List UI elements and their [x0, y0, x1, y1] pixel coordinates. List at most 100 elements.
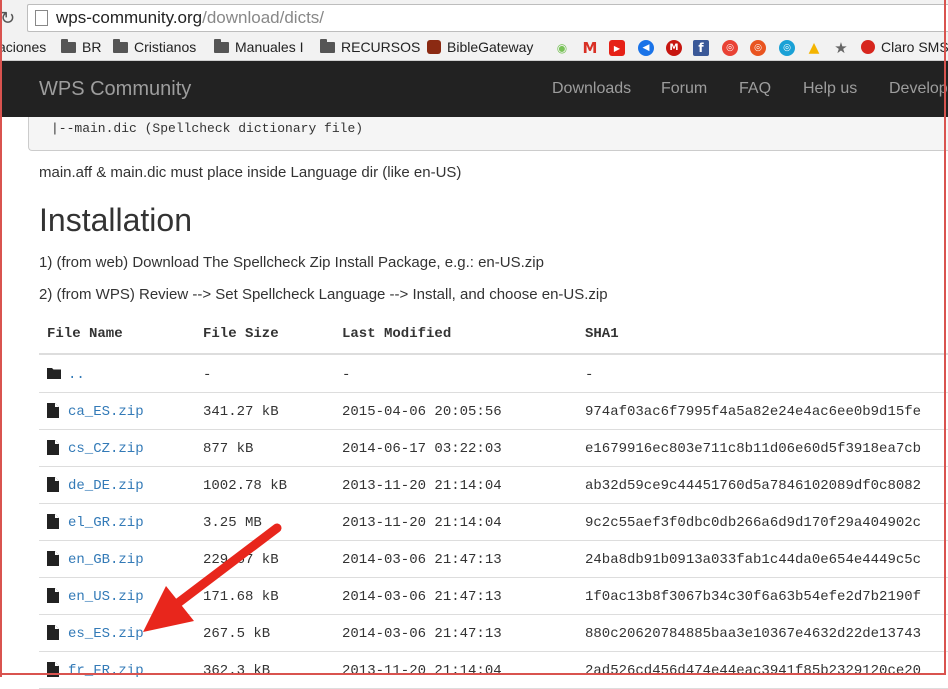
file-name-link[interactable]: de_DE.zip: [68, 478, 144, 494]
address-bar[interactable]: wps-community.org/download/dicts/: [27, 4, 948, 32]
table-row: es_ES.zip 267.5 kB 2014-03-06 21:47:13 880c…: [39, 614, 948, 652]
page-icon: [35, 10, 48, 26]
bookmark-manuales[interactable]: Manuales I: [214, 37, 303, 57]
bookmark-recursos[interactable]: RECURSOS: [320, 37, 420, 57]
file-name-link[interactable]: ca_ES.zip: [68, 404, 144, 420]
file-size: 341.27 kB: [203, 404, 279, 420]
table-row: cs_CZ.zip 877 kB 2014-06-17 03:22:03 e16799…: [39, 429, 948, 467]
step-2-text: 2) (from WPS) Review --> Set Spellcheck …: [39, 286, 608, 303]
folder-icon: [61, 38, 76, 53]
bookmark-label: Manuales I: [235, 39, 304, 55]
sha1-hash: 24ba8db91b0913a033fab1c44da0e654e4449c5c: [585, 552, 922, 568]
file-icon: [47, 477, 61, 492]
file-name-link[interactable]: ..: [68, 367, 85, 383]
file-size: 877 kB: [203, 441, 254, 457]
file-icon: [47, 662, 61, 677]
file-size: 229.67 kB: [203, 552, 279, 568]
bookmark-label: RECURSOS: [341, 39, 421, 55]
last-modified: 2013-11-20 21:14:04: [342, 478, 502, 494]
claro-icon: [861, 40, 875, 54]
last-modified: 2014-06-17 03:22:03: [342, 441, 502, 457]
file-size: -: [203, 367, 212, 383]
android-icon[interactable]: ◉: [554, 40, 570, 56]
bookmarks-bar: aciones BR Cristianos Manuales I RECURSO…: [0, 35, 948, 61]
header-last-modified: Last Modified: [342, 326, 452, 342]
target-icon[interactable]: ◎: [779, 40, 795, 56]
code-block: |--main.dic (Spellcheck dictionary file): [28, 117, 948, 151]
url-host: wps-community.org: [56, 8, 203, 27]
nav-forum[interactable]: Forum: [661, 80, 707, 98]
youtube-icon[interactable]: ▶: [609, 40, 625, 56]
folder-icon: [214, 38, 229, 53]
last-modified: 2014-03-06 21:47:13: [342, 589, 502, 605]
table-row: en_GB.zip 229.67 kB 2014-03-06 21:47:13 24b…: [39, 540, 948, 578]
table-row: el_GR.zip 3.25 MB 2013-11-20 21:14:04 9c2c5…: [39, 503, 948, 541]
site-brand[interactable]: WPS Community: [39, 78, 191, 101]
facebook-icon[interactable]: f: [693, 40, 709, 56]
table-row: .. - - -: [39, 355, 948, 393]
header-file-name: File Name: [47, 326, 123, 342]
file-icon: [47, 514, 61, 529]
file-icon: [47, 625, 61, 640]
screenshot-border: [0, 0, 2, 677]
file-size: 1002.78 kB: [203, 478, 288, 494]
gmail-icon[interactable]: M: [582, 39, 598, 57]
file-name-link[interactable]: en_US.zip: [68, 589, 144, 605]
sha1-hash: 1f0ac13b8f3067b34c30f6a63b54efe2d7b2190f: [585, 589, 922, 605]
mega-icon[interactable]: M: [666, 40, 682, 56]
folder-icon: [320, 38, 335, 53]
bookmark-claro-sms[interactable]: Claro SMS: [861, 37, 948, 57]
file-size: 3.25 MB: [203, 515, 262, 531]
drive-icon[interactable]: ▲: [806, 40, 822, 56]
ubuntu-icon[interactable]: ◎: [750, 40, 766, 56]
nav-help-us[interactable]: Help us: [803, 80, 857, 98]
table-header: File Name File Size Last Modified SHA1: [39, 316, 948, 355]
messenger-icon[interactable]: ◀: [638, 40, 654, 56]
nav-develop[interactable]: Develop: [889, 80, 948, 98]
header-file-size: File Size: [203, 326, 279, 342]
header-sha1: SHA1: [585, 326, 619, 342]
bookmark-biblegateway[interactable]: BibleGateway: [427, 37, 533, 57]
file-name-link[interactable]: el_GR.zip: [68, 515, 144, 531]
file-size: 267.5 kB: [203, 626, 271, 642]
file-name-link[interactable]: en_GB.zip: [68, 552, 144, 568]
table-row: en_US.zip 171.68 kB 2014-03-06 21:47:13 1f0…: [39, 577, 948, 615]
bookmark-label: BibleGateway: [447, 39, 534, 55]
url-path: /download/dicts/: [202, 8, 325, 27]
file-name-link[interactable]: cs_CZ.zip: [68, 441, 144, 457]
code-text: |--main.dic (Spellcheck dictionary file): [51, 121, 364, 136]
bible-icon: [427, 40, 441, 54]
sha1-hash: 974af03ac6f7995f4a5a82e24e4ac6ee0b9d15fe: [585, 404, 922, 420]
url-text[interactable]: wps-community.org/download/dicts/: [56, 8, 324, 28]
star-icon[interactable]: ★: [833, 39, 849, 57]
bookmark-aciones[interactable]: aciones: [0, 37, 46, 57]
bookmark-cristianos[interactable]: Cristianos: [113, 37, 196, 57]
file-size: 171.68 kB: [203, 589, 279, 605]
last-modified: 2014-03-06 21:47:13: [342, 552, 502, 568]
bookmark-br[interactable]: BR: [61, 37, 101, 57]
sha1-hash: 9c2c55aef3f0dbc0db266a6d9d170f29a404902c: [585, 515, 922, 531]
sha1-hash: e1679916ec803e711c8b11d06e60d5f3918ea7cb: [585, 441, 922, 457]
sha1-hash: -: [585, 367, 594, 383]
last-modified: 2013-11-20 21:14:04: [342, 515, 502, 531]
bookmark-label: aciones: [0, 39, 47, 55]
file-icon: [47, 403, 61, 418]
table-row: fr_FR.zip 362.3 kB 2013-11-20 21:14:04 2ad5…: [39, 651, 948, 689]
site-navbar: WPS Community Downloads Forum FAQ Help u…: [0, 61, 948, 117]
last-modified: -: [342, 367, 351, 383]
browser-toolbar: ↻ wps-community.org/download/dicts/: [0, 0, 948, 35]
file-icon: [47, 551, 61, 566]
installation-heading: Installation: [39, 202, 192, 238]
nav-faq[interactable]: FAQ: [739, 80, 771, 98]
file-name-link[interactable]: es_ES.zip: [68, 626, 144, 642]
file-icon: [47, 588, 61, 603]
nav-downloads[interactable]: Downloads: [552, 80, 631, 98]
table-row: ca_ES.zip 341.27 kB 2015-04-06 20:05:56 974…: [39, 392, 948, 430]
folder-icon: [47, 366, 61, 381]
table-row: de_DE.zip 1002.78 kB 2013-11-20 21:14:04 ab…: [39, 466, 948, 504]
picasa-icon[interactable]: ◎: [722, 40, 738, 56]
bookmark-label: Cristianos: [134, 39, 197, 55]
sha1-hash: 880c20620784885baa3e10367e4632d22de13743: [585, 626, 922, 642]
last-modified: 2014-03-06 21:47:13: [342, 626, 502, 642]
reload-icon[interactable]: ↻: [0, 8, 15, 29]
